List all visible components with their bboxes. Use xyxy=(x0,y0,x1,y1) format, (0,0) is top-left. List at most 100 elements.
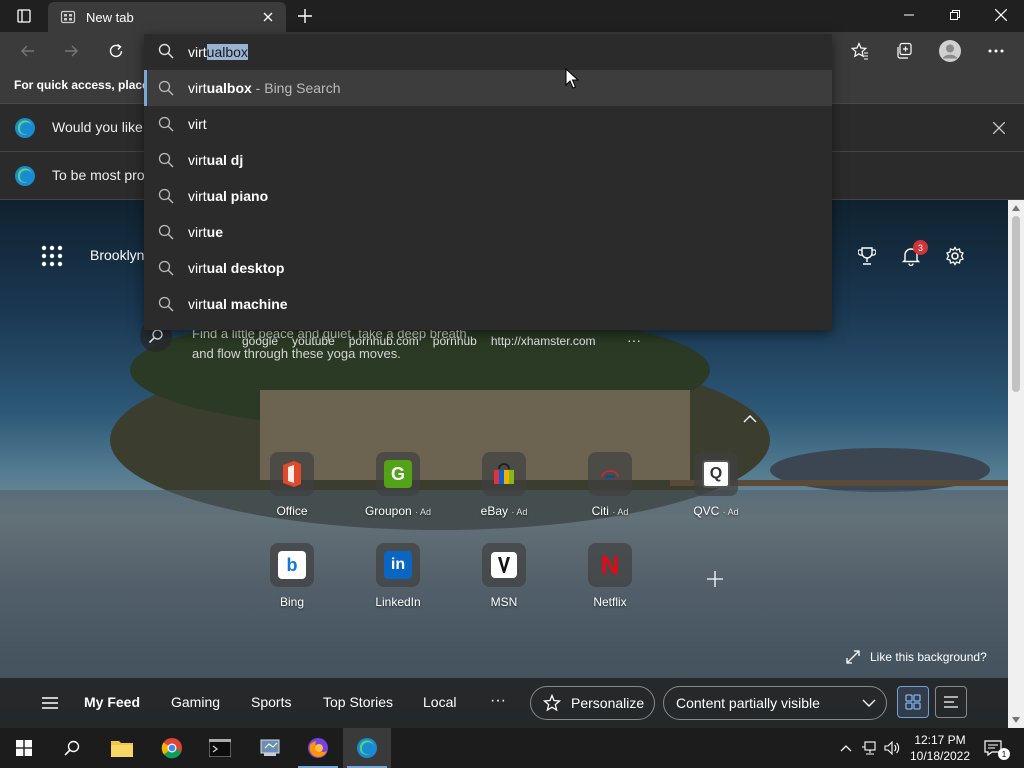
taskbar-file-explorer[interactable] xyxy=(98,728,146,768)
close-icon xyxy=(263,12,273,22)
minimize-button[interactable] xyxy=(886,0,932,30)
show-hidden-icons-button[interactable] xyxy=(838,740,854,756)
feed-tab-my-feed[interactable]: My Feed xyxy=(84,694,140,710)
address-bar[interactable]: virtualbox xyxy=(144,34,832,70)
forward-button[interactable] xyxy=(56,36,86,66)
tile-office[interactable]: Office xyxy=(252,452,332,532)
tile-icon xyxy=(482,452,526,496)
page-scrollbar[interactable] xyxy=(1008,200,1024,728)
quick-links-more-button[interactable]: ··· xyxy=(627,332,641,348)
tile-linkedin[interactable]: in LinkedIn xyxy=(358,543,438,623)
taskbar-edge[interactable] xyxy=(343,728,391,768)
quick-link-pornhub-com[interactable]: pornhub.com xyxy=(349,334,419,348)
favorites-button[interactable] xyxy=(844,36,876,66)
scrollbar-thumb[interactable] xyxy=(1012,216,1020,392)
quick-links-row: google youtube pornhub.com pornhub http:… xyxy=(242,334,596,348)
scroll-up-button[interactable] xyxy=(1008,200,1024,216)
quick-link-xhamster[interactable]: http://xhamster.com xyxy=(491,334,596,348)
grid-layout-button[interactable] xyxy=(897,686,929,718)
taskbar-firefox[interactable] xyxy=(294,728,342,768)
menu-icon[interactable] xyxy=(40,694,60,712)
weather-location[interactable]: Brooklyn xyxy=(90,247,144,263)
notifications-button[interactable]: 3 xyxy=(897,240,928,270)
tile-qvc[interactable]: Q QVC · Ad xyxy=(676,452,756,532)
tile-msn[interactable]: MSN xyxy=(464,543,544,623)
add-site-button[interactable] xyxy=(702,566,728,592)
tile-icon: Q xyxy=(694,452,738,496)
taskbar-chrome[interactable] xyxy=(148,728,196,768)
grid-view-icon xyxy=(905,694,921,710)
suggestion-item[interactable]: virt xyxy=(144,106,832,142)
tile-netflix[interactable]: N Netflix xyxy=(570,543,650,623)
content-visibility-select[interactable]: Content partially visible xyxy=(663,686,887,720)
page-settings-button[interactable] xyxy=(941,242,969,270)
windows-logo-icon xyxy=(16,740,32,756)
tile-label: Citi · Ad xyxy=(591,504,629,518)
tab-close-button[interactable] xyxy=(258,7,278,27)
taskbar-control-panel[interactable] xyxy=(246,728,294,768)
apps-grid-icon[interactable] xyxy=(40,244,64,268)
tab-new-tab[interactable]: New tab xyxy=(48,2,286,32)
rewards-button[interactable] xyxy=(853,242,881,270)
suggestion-item[interactable]: virtual machine xyxy=(144,286,832,322)
settings-and-more-button[interactable] xyxy=(980,36,1012,66)
close-window-button[interactable] xyxy=(978,0,1024,30)
feed-tab-sports[interactable]: Sports xyxy=(251,694,291,710)
tab-actions-button[interactable] xyxy=(8,4,40,28)
tile-groupon[interactable]: G Groupon · Ad xyxy=(358,452,438,532)
notification-count-badge: 1 xyxy=(998,748,1010,760)
like-background-label: Like this background? xyxy=(870,650,987,664)
suggestion-item[interactable]: virtualbox - Bing Search xyxy=(144,70,832,106)
personalize-label: Personalize xyxy=(571,695,645,711)
tile-label: QVC · Ad xyxy=(693,504,739,518)
back-button[interactable] xyxy=(13,36,43,66)
clock-date: 10/18/2022 xyxy=(909,749,971,763)
title-bar: New tab xyxy=(0,0,1024,32)
office-logo-icon xyxy=(283,461,301,487)
edge-logo-icon xyxy=(15,166,35,186)
suggestion-item[interactable]: virtual desktop xyxy=(144,250,832,286)
network-button[interactable] xyxy=(862,740,878,756)
quick-link-google[interactable]: google xyxy=(242,334,278,348)
list-layout-button[interactable] xyxy=(935,686,967,718)
new-tab-button[interactable] xyxy=(292,4,318,28)
refresh-button[interactable] xyxy=(101,36,131,66)
qvc-logo-icon: Q xyxy=(702,460,730,488)
quick-link-youtube[interactable]: youtube xyxy=(292,334,335,348)
tile-bing[interactable]: b Bing xyxy=(252,543,332,623)
like-background-button[interactable]: Like this background? xyxy=(846,650,987,664)
suggestion-item[interactable]: virtual piano xyxy=(144,178,832,214)
system-clock[interactable]: 12:17 PM 10/18/2022 xyxy=(908,732,972,764)
suggestion-item[interactable]: virtue xyxy=(144,214,832,250)
personalize-button[interactable]: Personalize xyxy=(530,686,655,720)
address-input[interactable]: virtualbox xyxy=(188,44,248,60)
taskbar: 12:17 PM 10/18/2022 1 xyxy=(0,728,1024,768)
tile-icon: G xyxy=(376,452,420,496)
ebay-bag-icon xyxy=(494,463,514,484)
taskbar-search-button[interactable] xyxy=(48,728,96,768)
restore-button[interactable] xyxy=(932,0,978,30)
favorites-bar-text: For quick access, place y xyxy=(14,78,159,92)
groupon-logo-icon: G xyxy=(384,460,412,488)
chevron-up-icon[interactable] xyxy=(741,412,759,426)
start-button[interactable] xyxy=(0,728,48,768)
action-center-button[interactable]: 1 xyxy=(978,734,1010,762)
infobar-close-button[interactable] xyxy=(988,117,1010,139)
quick-link-pornhub[interactable]: pornhub xyxy=(433,334,477,348)
volume-button[interactable] xyxy=(884,740,900,756)
taskbar-terminal[interactable] xyxy=(196,728,244,768)
new-tab-icon xyxy=(60,10,76,24)
feed-tab-gaming[interactable]: Gaming xyxy=(171,694,220,710)
tile-icon: in xyxy=(376,543,420,587)
feed-tab-top-stories[interactable]: Top Stories xyxy=(323,694,393,710)
suggestion-item[interactable]: virtual dj xyxy=(144,142,832,178)
feed-more-button[interactable]: ··· xyxy=(490,692,506,710)
scroll-down-button[interactable] xyxy=(1008,712,1024,728)
collections-button[interactable] xyxy=(888,36,920,66)
feed-tab-local[interactable]: Local xyxy=(423,694,456,710)
tile-ebay[interactable]: eBay · Ad xyxy=(464,452,544,532)
infobar-text: Would you like t xyxy=(52,119,151,135)
profile-button[interactable] xyxy=(934,36,966,66)
tab-actions-icon xyxy=(17,9,31,23)
tile-citi[interactable]: Citi · Ad xyxy=(570,452,650,532)
